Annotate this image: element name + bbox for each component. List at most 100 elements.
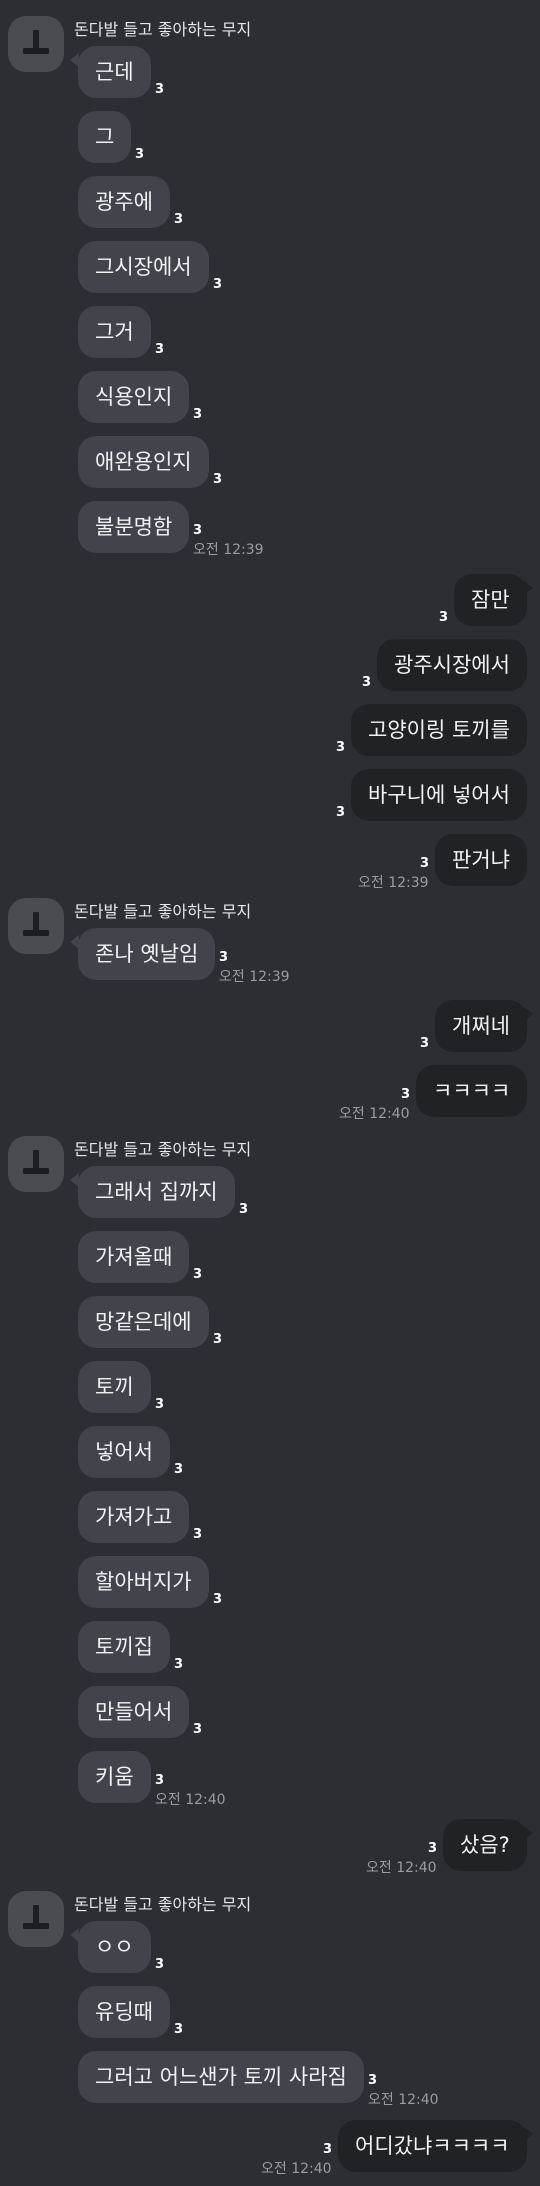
message-row: 근데 3 [0, 46, 540, 98]
bubble-tail [70, 935, 79, 949]
message-row: 토끼 3 [0, 1361, 540, 1413]
sender-name[interactable]: 돈다발 들고 좋아하는 무지 [74, 16, 251, 40]
message-row: 토끼집 3 [0, 1621, 540, 1673]
bubble-tail [524, 1826, 533, 1840]
message-bubble[interactable]: 망같은데에 [78, 1296, 209, 1348]
message-bubble[interactable]: 광주에 [78, 176, 170, 228]
unread-count: 3 [219, 950, 229, 965]
message-row: 식용인지 3 [0, 371, 540, 423]
timestamp: 오전 12:40 [368, 2092, 439, 2108]
unread-count: 3 [135, 147, 145, 162]
message-row: 그시장에서 3 [0, 241, 540, 293]
message-row: 바구니에 넣어서 3 [0, 769, 540, 821]
message-bubble[interactable]: 유딩때 [78, 1986, 170, 2038]
message-row: 그래서 집까지 3 [0, 1166, 540, 1218]
message-bubble[interactable]: 그시장에서 [78, 241, 209, 293]
bubble-tail [524, 1007, 533, 1021]
message-row: 그거 3 [0, 306, 540, 358]
message-row: 애완용인지 3 [0, 436, 540, 488]
message-bubble[interactable]: 그래서 집까지 [78, 1166, 235, 1218]
unread-count: 3 [155, 1957, 165, 1972]
sender-name[interactable]: 돈다발 들고 좋아하는 무지 [74, 1891, 251, 1915]
timestamp: 오전 12:40 [155, 1792, 226, 1808]
message-bubble[interactable]: 토끼 [78, 1361, 151, 1413]
message-row: 광주시장에서 3 [0, 639, 540, 691]
unread-count: 3 [368, 2073, 378, 2088]
message-row: 샀음? 3 오전 12:40 [0, 1819, 540, 1876]
message-row: 할아버지가 3 [0, 1556, 540, 1608]
message-row: 잠만 3 [0, 574, 540, 626]
unread-count: 3 [323, 2142, 333, 2157]
message-bubble[interactable]: 만들어서 [78, 1686, 190, 1738]
unread-count: 3 [155, 342, 165, 357]
timestamp: 오전 12:40 [339, 1106, 410, 1122]
message-row: 넣어서 3 [0, 1426, 540, 1478]
message-row: 망같은데에 3 [0, 1296, 540, 1348]
bubble-tail [524, 581, 533, 595]
unread-count: 3 [420, 856, 430, 871]
message-bubble[interactable]: 근데 [78, 46, 151, 98]
sender-name[interactable]: 돈다발 들고 좋아하는 무지 [74, 898, 251, 922]
message-row: 만들어서 3 [0, 1686, 540, 1738]
message-bubble[interactable]: 광주시장에서 [377, 639, 527, 691]
unread-count: 3 [336, 740, 346, 755]
message-bubble[interactable]: 키움 [78, 1751, 151, 1803]
unread-count: 3 [193, 1722, 203, 1737]
message-bubble[interactable]: 불분명함 [78, 501, 190, 553]
message-row: 키움 3 오전 12:40 [0, 1751, 540, 1808]
message-bubble[interactable]: ㅋㅋㅋㅋ [416, 1065, 528, 1117]
timestamp: 오전 12:39 [358, 875, 429, 891]
unread-count: 3 [193, 407, 203, 422]
bubble-tail [524, 2127, 533, 2141]
sender-name[interactable]: 돈다발 들고 좋아하는 무지 [74, 1136, 251, 1160]
message-bubble[interactable]: 애완용인지 [78, 436, 209, 488]
message-bubble[interactable]: 존나 옛날임 [78, 928, 216, 980]
timestamp: 오전 12:40 [261, 2161, 332, 2177]
unread-count: 3 [428, 1841, 438, 1856]
message-bubble[interactable]: 고양이링 토끼를 [351, 704, 527, 756]
unread-count: 3 [155, 82, 165, 97]
unread-count: 3 [239, 1202, 249, 1217]
message-row: 유딩때 3 [0, 1986, 540, 2038]
unread-count: 3 [174, 1657, 184, 1672]
unread-count: 3 [193, 1267, 203, 1282]
unread-count: 3 [174, 212, 184, 227]
message-bubble[interactable]: 식용인지 [78, 371, 190, 423]
message-bubble[interactable]: 그러고 어느샌가 토끼 사라짐 [78, 2051, 364, 2103]
bubble-tail [70, 1173, 79, 1187]
message-bubble[interactable]: ㅇㅇ [78, 1921, 151, 1973]
message-bubble[interactable]: 샀음? [443, 1819, 527, 1871]
message-bubble[interactable]: 그거 [78, 306, 151, 358]
timestamp: 오전 12:39 [193, 542, 264, 558]
message-bubble[interactable]: 어디갔냐ㅋㅋㅋㅋ [338, 2120, 527, 2172]
message-row: 광주에 3 [0, 176, 540, 228]
message-bubble[interactable]: 할아버지가 [78, 1556, 209, 1608]
message-row: 가져올때 3 [0, 1231, 540, 1283]
timestamp: 오전 12:39 [219, 969, 290, 985]
message-bubble[interactable]: 잠만 [454, 574, 527, 626]
message-bubble[interactable]: 바구니에 넣어서 [351, 769, 527, 821]
message-row: 어디갔냐ㅋㅋㅋㅋ 3 오전 12:40 [0, 2120, 540, 2177]
unread-count: 3 [420, 1036, 430, 1051]
unread-count: 3 [401, 1087, 411, 1102]
message-bubble[interactable]: 토끼집 [78, 1621, 170, 1673]
bubble-tail [70, 1928, 79, 1942]
unread-count: 3 [174, 1462, 184, 1477]
unread-count: 3 [174, 2022, 184, 2037]
message-bubble[interactable]: 가져가고 [78, 1491, 190, 1543]
unread-count: 3 [155, 1773, 165, 1788]
message-row: 가져가고 3 [0, 1491, 540, 1543]
message-bubble[interactable]: 그 [78, 111, 132, 163]
unread-count: 3 [439, 610, 449, 625]
unread-count: 3 [193, 523, 203, 538]
bubble-tail [70, 53, 79, 67]
message-bubble[interactable]: 넣어서 [78, 1426, 170, 1478]
message-row: 판거냐 3 오전 12:39 [0, 834, 540, 891]
message-bubble[interactable]: 개쩌네 [435, 1000, 527, 1052]
message-bubble[interactable]: 가져올때 [78, 1231, 190, 1283]
unread-count: 3 [213, 1332, 223, 1347]
unread-count: 3 [193, 1527, 203, 1542]
message-row: ㅇㅇ 3 [0, 1921, 540, 1973]
message-bubble[interactable]: 판거냐 [435, 834, 527, 886]
message-row: ㅋㅋㅋㅋ 3 오전 12:40 [0, 1065, 540, 1122]
